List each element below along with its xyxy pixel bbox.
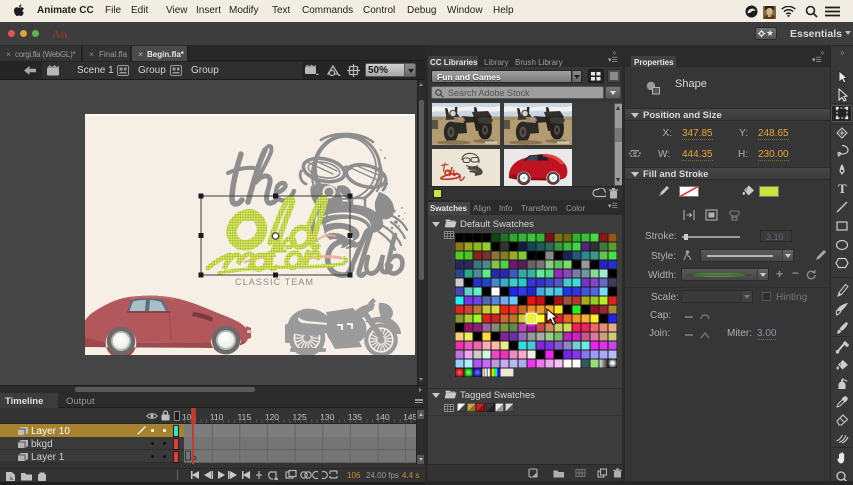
svg-text:T: T (838, 181, 847, 195)
